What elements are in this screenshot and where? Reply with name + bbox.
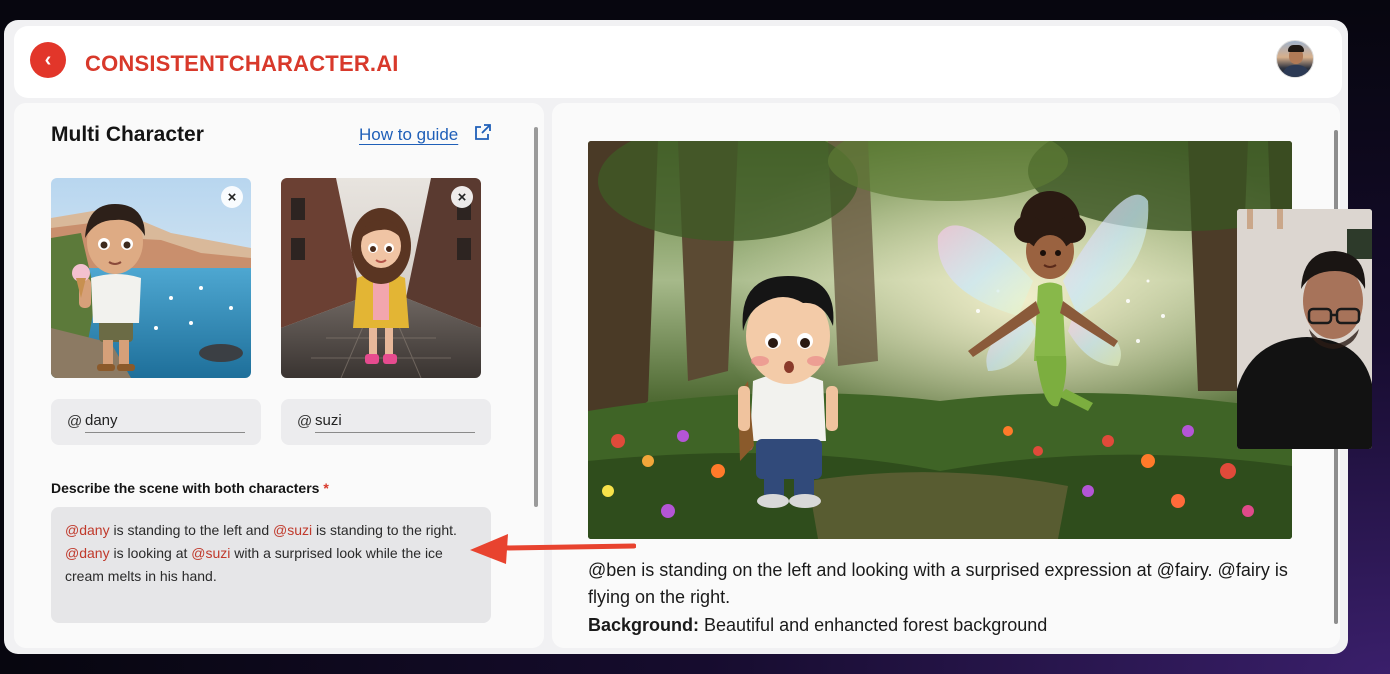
remove-character-button[interactable]: × — [221, 186, 243, 208]
scene-description-label: Describe the scene with both characters … — [51, 480, 329, 496]
character-tag-field: @ — [281, 399, 491, 445]
forest-scene-illustration — [588, 141, 1292, 539]
avatar[interactable] — [1276, 40, 1314, 78]
top-bar: ‹ CONSISTENTCHARACTER.AI — [14, 26, 1342, 98]
mention: @suzi — [191, 545, 231, 561]
how-to-guide-link[interactable]: How to guide — [359, 125, 458, 145]
panel-title: Multi Character — [51, 123, 204, 146]
at-prefix: @ — [297, 413, 313, 430]
character-illustration-boy — [51, 178, 251, 378]
background-description: Background: Beautiful and enhancted fore… — [588, 615, 1047, 636]
app-window: ‹ CONSISTENTCHARACTER.AI Multi Character… — [4, 20, 1348, 654]
generated-scene-image[interactable] — [588, 141, 1292, 539]
character-image-dany[interactable]: × — [51, 178, 251, 378]
annotation-arrow — [470, 534, 636, 564]
character-tag-field: @ — [51, 399, 261, 445]
at-prefix: @ — [67, 413, 83, 430]
background-label: Background: — [588, 615, 700, 635]
mention: @suzi — [273, 522, 313, 538]
mention: @dany — [65, 522, 110, 538]
presenter-video — [1237, 209, 1372, 449]
remove-character-button[interactable]: × — [451, 186, 473, 208]
chevron-left-icon: ‹ — [44, 49, 52, 71]
background-value: Beautiful and enhancted forest backgroun… — [699, 615, 1048, 635]
character-image-suzi[interactable]: × — [281, 178, 481, 378]
scene-description-textarea[interactable]: @dany is standing to the left and @suzi … — [51, 507, 491, 623]
output-panel: @ben is standing on the left and looking… — [552, 103, 1340, 648]
mention: @dany — [65, 545, 110, 561]
multi-character-panel: Multi Character How to guide × × @ dany … — [14, 103, 544, 648]
required-mark: * — [323, 480, 329, 496]
left-panel-scrollbar[interactable] — [534, 127, 538, 507]
character-tag-input-dany[interactable] — [85, 409, 245, 433]
brand-logo[interactable]: CONSISTENTCHARACTER.AI — [85, 51, 399, 77]
webcam-overlay — [1237, 209, 1372, 449]
output-description: @ben is standing on the left and looking… — [588, 560, 1288, 607]
character-tag-input-suzi[interactable] — [315, 409, 475, 433]
external-link-icon[interactable] — [474, 123, 492, 141]
back-button[interactable]: ‹ — [30, 42, 66, 78]
character-illustration-girl — [281, 178, 481, 378]
